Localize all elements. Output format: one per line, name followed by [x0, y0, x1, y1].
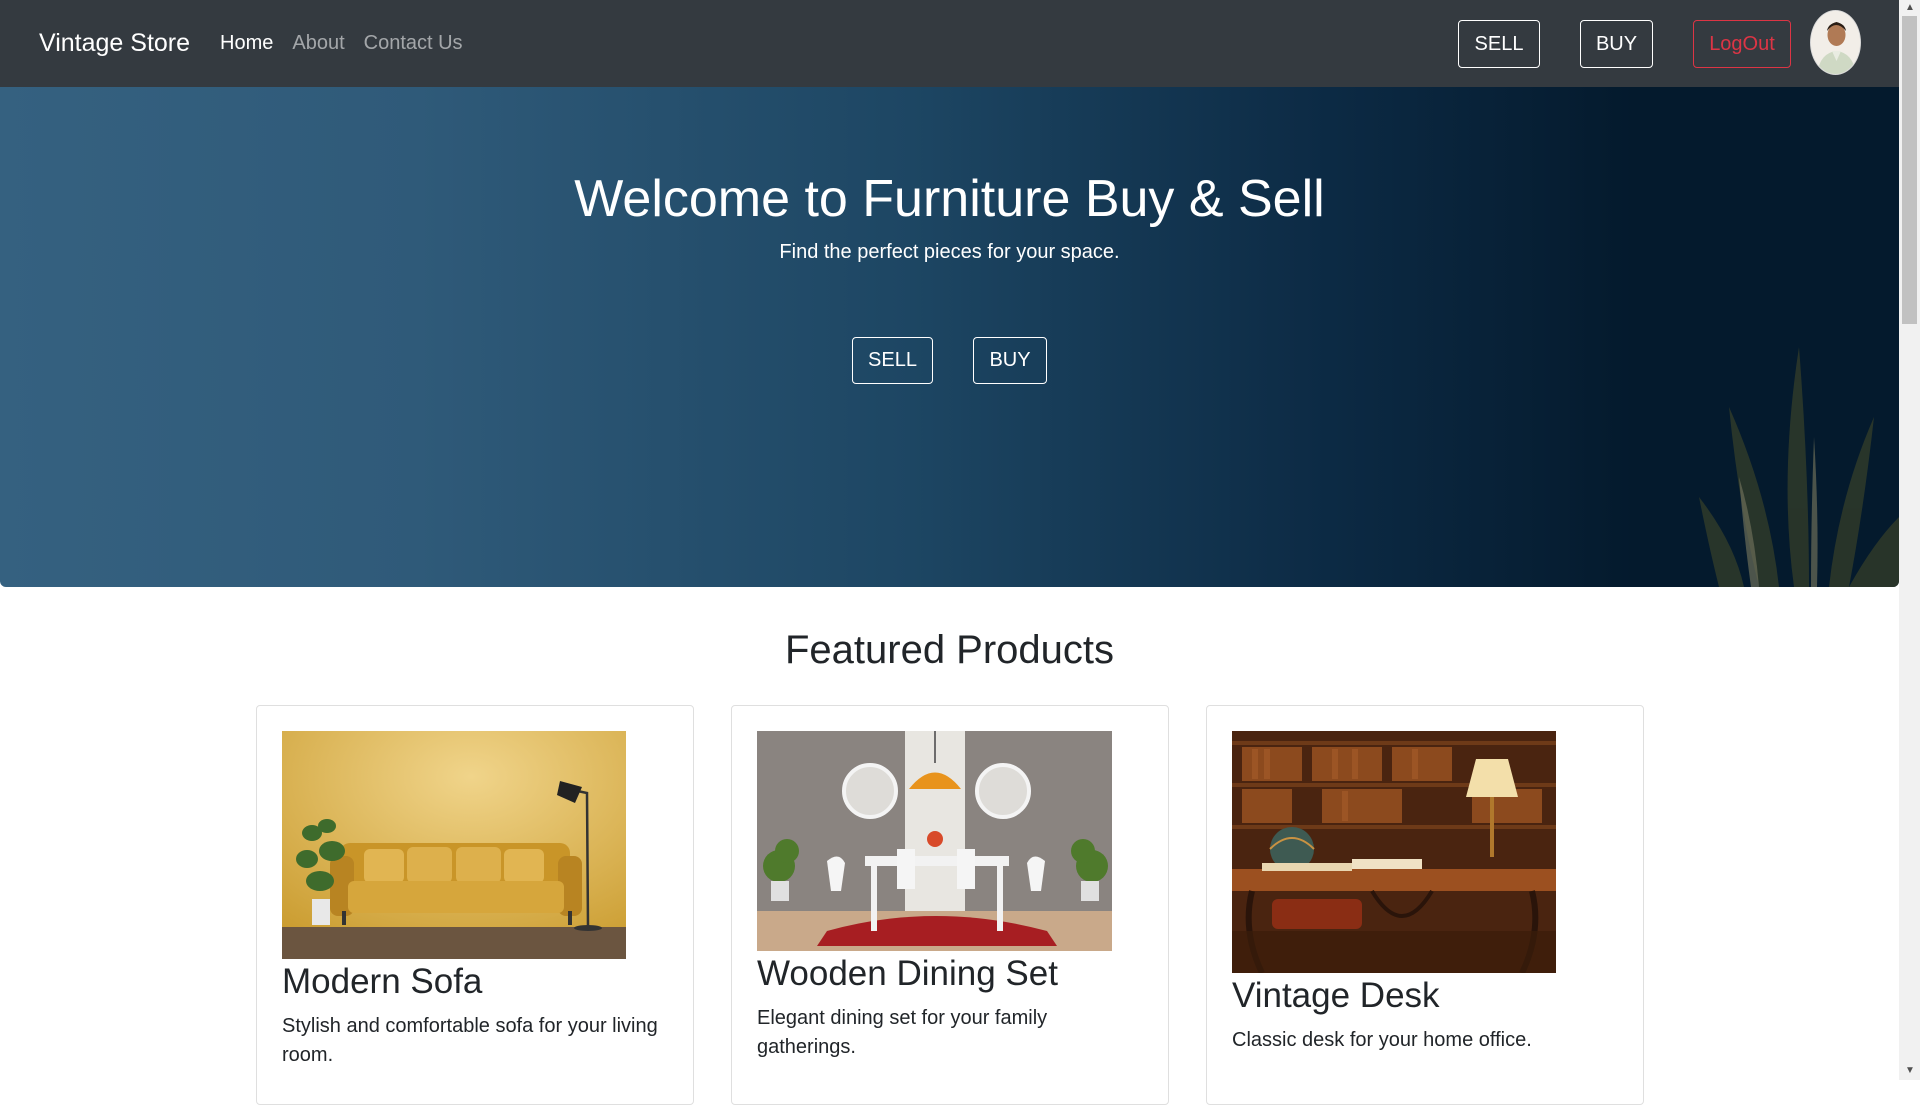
nav-link-contact[interactable]: Contact Us	[364, 30, 463, 56]
vintage-desk-image-icon	[1232, 731, 1556, 973]
product-title: Wooden Dining Set	[757, 954, 1058, 993]
nav-link-about[interactable]: About	[292, 30, 344, 56]
sofa-image-icon	[282, 731, 626, 959]
plant-decoration-icon	[1699, 347, 1899, 587]
hero-subtitle: Find the perfect pieces for your space.	[779, 241, 1120, 263]
product-title: Vintage Desk	[1232, 976, 1440, 1015]
product-description: Stylish and comfortable sofa for your li…	[282, 1015, 658, 1066]
hero-title: Welcome to Furniture Buy & Sell	[574, 170, 1325, 228]
product-card-vintage-desk[interactable]: Vintage Desk Classic desk for your home …	[1206, 705, 1644, 1105]
scroll-up-arrow-icon[interactable]: ▲	[1903, 1, 1917, 15]
product-card-modern-sofa[interactable]: Modern Sofa Stylish and comfortable sofa…	[256, 705, 694, 1105]
dining-set-image-icon	[757, 731, 1112, 951]
product-image-sofa[interactable]	[282, 731, 626, 959]
product-description: Elegant dining set for your family gathe…	[757, 1007, 1048, 1058]
product-description: Classic desk for your home office.	[1232, 1029, 1532, 1051]
logout-button[interactable]: LogOut	[1693, 20, 1791, 68]
nav-links: Home About Contact Us	[220, 30, 482, 56]
product-card-wooden-dining-set[interactable]: Wooden Dining Set Elegant dining set for…	[731, 705, 1169, 1105]
hero-buy-button[interactable]: BUY	[973, 337, 1047, 384]
product-image-dining[interactable]	[757, 731, 1112, 951]
product-title: Modern Sofa	[282, 962, 483, 1001]
user-avatar[interactable]	[1810, 10, 1861, 75]
top-navbar: Vintage Store Home About Contact Us SELL…	[0, 0, 1899, 87]
avatar-portrait-icon	[1811, 11, 1860, 74]
nav-sell-button[interactable]: SELL	[1458, 20, 1540, 68]
scroll-down-arrow-icon[interactable]: ▼	[1903, 1064, 1917, 1078]
product-image-desk[interactable]	[1232, 731, 1556, 973]
nav-link-home[interactable]: Home	[220, 30, 273, 56]
hero-sell-button[interactable]: SELL	[852, 337, 933, 384]
nav-buy-button[interactable]: BUY	[1580, 20, 1653, 68]
scrollbar-thumb[interactable]	[1902, 16, 1917, 324]
hero-banner: Welcome to Furniture Buy & Sell Find the…	[0, 87, 1899, 587]
brand-logo-text[interactable]: Vintage Store	[39, 27, 190, 59]
featured-products-heading: Featured Products	[784, 628, 1115, 672]
